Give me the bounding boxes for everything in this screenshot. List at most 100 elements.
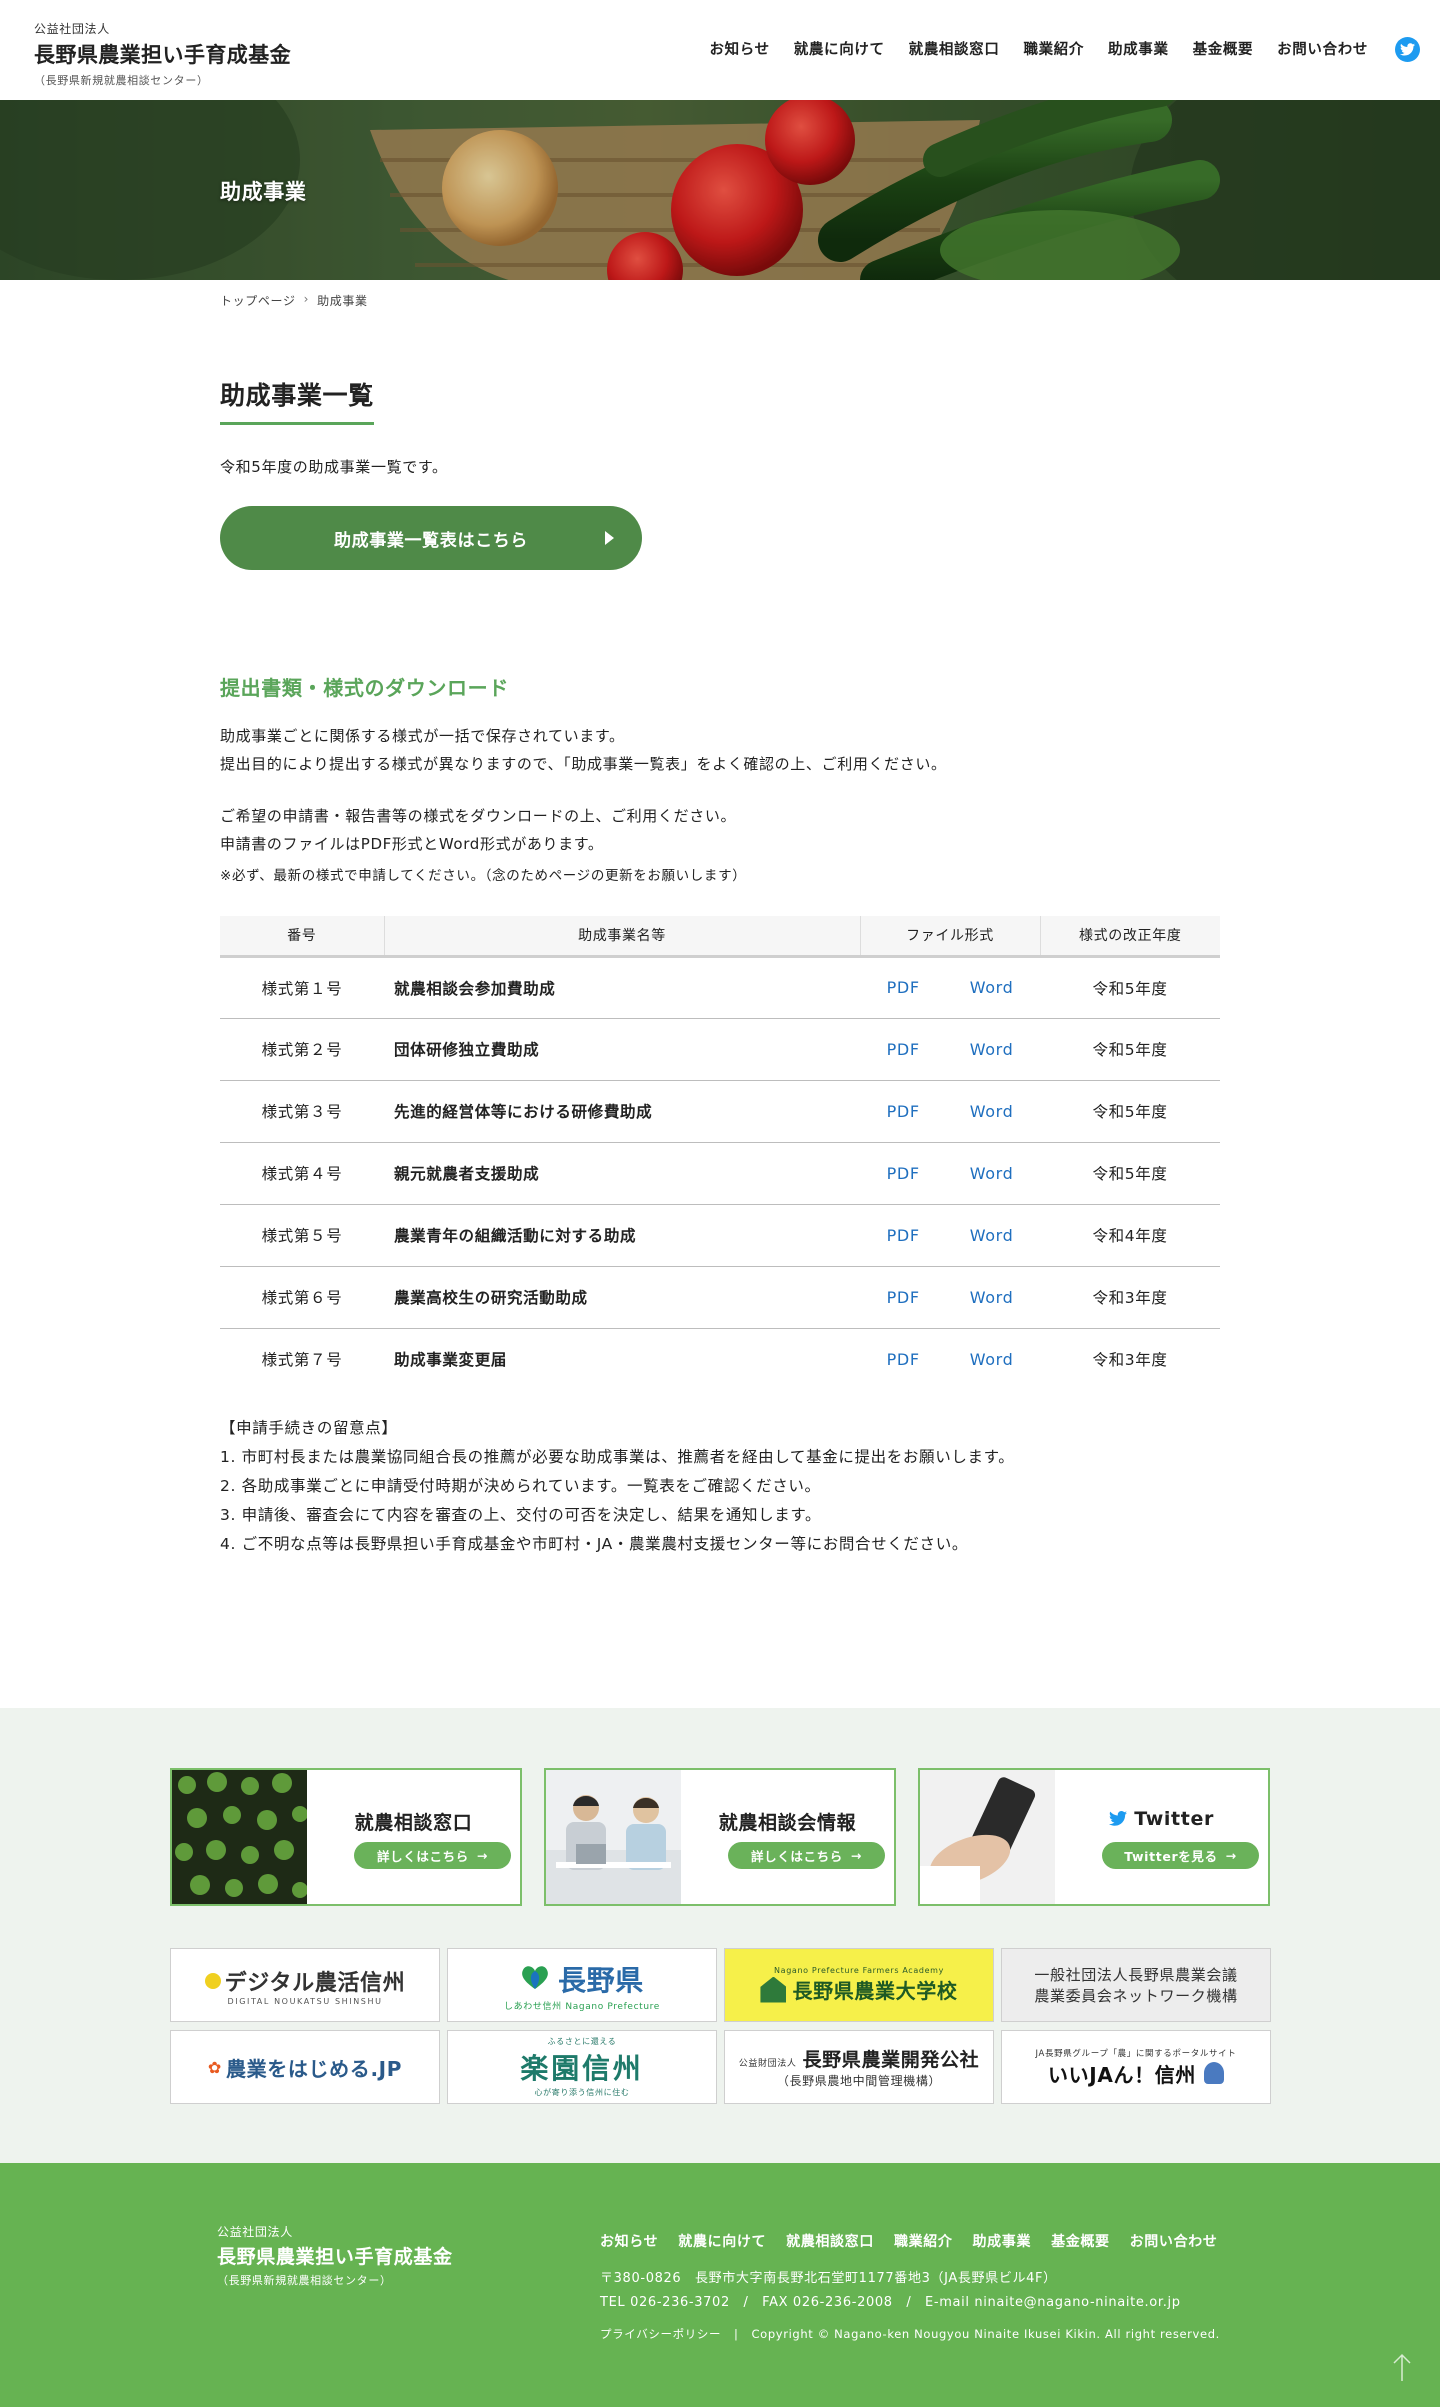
card-title: Twitter: [1134, 1808, 1215, 1830]
word-download-link[interactable]: Word: [970, 1164, 1014, 1183]
consultation-meeting-image: [546, 1770, 681, 1904]
footer-nav-consultation[interactable]: 就農相談窓口: [786, 2231, 874, 2251]
banner-agricultural-development-corp[interactable]: 公益財団法人 長野県農業開発公社 （長野県農地中間管理機構）: [724, 2030, 994, 2104]
footer-nav-about[interactable]: 基金概要: [1051, 2231, 1110, 2251]
form-files: PDF Word: [860, 1080, 1040, 1143]
subsidy-list-button[interactable]: 助成事業一覧表はこちら: [220, 506, 642, 570]
logo-org-sub: （長野県新規就農相談センター）: [34, 74, 209, 87]
pdf-download-link[interactable]: PDF: [887, 1350, 920, 1369]
form-revision-year: 令和5年度: [1040, 1018, 1220, 1081]
back-to-top-icon[interactable]: [1390, 2353, 1414, 2383]
word-download-link[interactable]: Word: [970, 1102, 1014, 1121]
banner-nougyou-hajimeru[interactable]: ✿ 農業をはじめる.JP: [170, 2030, 440, 2104]
table-row: 様式第６号 農業高校生の研究活動助成 PDF Word 令和3年度: [220, 1266, 1220, 1329]
download-instructions: ご希望の申請書・報告書等の様式をダウンロードの上、ご利用ください。 申請書のファ…: [220, 802, 736, 858]
related-links-section: 就農相談窓口 詳しくはこちら → 就農相談会情報 詳しくはこちら → Twitt…: [0, 1708, 1440, 2163]
footer-nav: お知らせ 就農に向けて 就農相談窓口 職業紹介 助成事業 基金概要 お問い合わせ: [600, 2231, 1218, 2251]
footer-nav-subsidy[interactable]: 助成事業: [973, 2231, 1032, 2251]
footer-nav-contact[interactable]: お問い合わせ: [1130, 2231, 1218, 2251]
banner-main-text: デジタル農活信州: [224, 1970, 406, 1996]
word-download-link[interactable]: Word: [970, 978, 1014, 997]
table-row: 様式第３号 先進的経営体等における研修費助成 PDF Word 令和5年度: [220, 1080, 1220, 1143]
card-title: 就農相談窓口: [354, 1812, 473, 1834]
form-number: 様式第１号: [220, 956, 384, 1019]
footer-org-sub: （長野県新規就農相談センター）: [217, 2274, 392, 2287]
vegetable-basket-image: [0, 100, 1440, 280]
breadcrumb-current: 助成事業: [317, 294, 368, 308]
college-house-icon: [760, 1976, 787, 2003]
table-row: 様式第１号 就農相談会参加費助成 PDF Word 令和5年度: [220, 956, 1220, 1019]
pdf-download-link[interactable]: PDF: [887, 1288, 920, 1307]
footer-org-name: 長野県農業担い手育成基金: [217, 2246, 453, 2268]
site-logo[interactable]: 公益社団法人 長野県農業担い手育成基金 （長野県新規就農相談センター）: [34, 20, 291, 88]
word-download-link[interactable]: Word: [970, 1226, 1014, 1245]
table-header-row: 番号 助成事業名等 ファイル形式 様式の改正年度: [220, 916, 1220, 958]
seedling-tray-image: [172, 1770, 307, 1904]
application-notes: 【申請手続きの留意点】 1. 市町村長または農業協同組合長の推薦が必要な助成事業…: [220, 1414, 1014, 1559]
intro-text: 令和5年度の助成事業一覧です。: [220, 458, 448, 476]
banner-nagano-prefecture[interactable]: 長野県 しあわせ信州 Nagano Prefecture: [447, 1948, 717, 2022]
card-button[interactable]: 詳しくはこちら →: [354, 1842, 511, 1869]
banner-main-text: いいJAん！信州: [1047, 2062, 1197, 2087]
nav-job-intro[interactable]: 職業紹介: [1023, 38, 1084, 59]
logo-org-name: 長野県農業担い手育成基金: [34, 43, 292, 67]
pdf-download-link[interactable]: PDF: [887, 978, 920, 997]
card-consultation[interactable]: 就農相談窓口 詳しくはこちら →: [170, 1768, 522, 1906]
nav-subsidy[interactable]: 助成事業: [1108, 38, 1169, 59]
arrow-right-icon: →: [476, 1848, 489, 1863]
nav-about[interactable]: 基金概要: [1193, 38, 1254, 59]
card-button[interactable]: Twitterを見る →: [1102, 1842, 1259, 1869]
download-note: ※必ず、最新の様式で申請してください。（念のためページの更新をお願いします）: [220, 868, 747, 884]
form-number: 様式第４号: [220, 1142, 384, 1205]
form-title: 団体研修独立費助成: [384, 1018, 860, 1081]
copyright-text: Copyright © Nagano-ken Nougyou Ninaite I…: [751, 2327, 1220, 2341]
banner-ii-jan-shinshu[interactable]: JA長野県グループ「農」に関するポータルサイト いいJAん！信州: [1001, 2030, 1271, 2104]
banner-rakuen-shinshu[interactable]: ふるさとに還える 楽園信州 心が寄り添う信州に住む: [447, 2030, 717, 2104]
site-header: 公益社団法人 長野県農業担い手育成基金 （長野県新規就農相談センター） お知らせ…: [0, 0, 1440, 100]
download-heading: 提出書類・様式のダウンロード: [220, 676, 509, 700]
logo-org-type: 公益社団法人: [34, 22, 110, 36]
footer-contact: TEL 026-236-3702 / FAX 026-236-2008 / E-…: [600, 2295, 1181, 2310]
nav-toward-farming[interactable]: 就農に向けて: [794, 38, 885, 59]
column-header-format: ファイル形式: [860, 916, 1041, 958]
subsidy-list-button-label: 助成事業一覧表はこちら: [333, 530, 529, 551]
card-twitter[interactable]: Twitter Twitterを見る →: [918, 1768, 1270, 1906]
nav-news[interactable]: お知らせ: [710, 38, 770, 59]
banner-top-text: ふるさとに還える: [547, 2037, 617, 2046]
card-button[interactable]: 詳しくはこちら →: [728, 1842, 885, 1869]
footer-nav-job-intro[interactable]: 職業紹介: [894, 2231, 953, 2251]
form-revision-year: 令和5年度: [1040, 1142, 1220, 1205]
word-download-link[interactable]: Word: [970, 1350, 1014, 1369]
form-files: PDF Word: [860, 1266, 1040, 1329]
banner-agricultural-college[interactable]: Nagano Prefecture Farmers Academy 長野県農業大…: [724, 1948, 994, 2022]
form-number: 様式第７号: [261, 1351, 343, 1370]
pdf-download-link[interactable]: PDF: [887, 1102, 920, 1121]
banner-line: 農業委員会ネットワーク機構: [1034, 1987, 1238, 2005]
banner-agricultural-council[interactable]: 一般社団法人長野県農業会議 農業委員会ネットワーク機構: [1001, 1948, 1271, 2022]
hero-banner: 助成事業: [0, 100, 1440, 280]
section-heading: 助成事業一覧: [220, 376, 374, 425]
twitter-icon[interactable]: [1395, 37, 1420, 62]
word-download-link[interactable]: Word: [970, 1040, 1014, 1059]
table-row: 様式第７号 助成事業変更届 PDF Word 令和3年度: [220, 1328, 1220, 1390]
form-number: 様式第３号: [220, 1080, 384, 1143]
banner-top-text: JA長野県グループ「農」に関するポータルサイト: [1035, 2048, 1237, 2059]
pdf-download-link[interactable]: PDF: [887, 1164, 920, 1183]
word-download-link[interactable]: Word: [970, 1288, 1014, 1307]
footer-nav-toward-farming[interactable]: 就農に向けて: [678, 2231, 766, 2251]
note-item: 2. 各助成事業ごとに申請受付時期が決められています。一覧表をご確認ください。: [220, 1477, 821, 1495]
nav-contact[interactable]: お問い合わせ: [1277, 38, 1368, 59]
breadcrumb-home[interactable]: トップページ: [220, 292, 296, 309]
nav-consultation[interactable]: 就農相談窓口: [909, 38, 1000, 59]
privacy-policy-link[interactable]: プライバシーポリシー: [600, 2327, 721, 2341]
card-consultation-events[interactable]: 就農相談会情報 詳しくはこちら →: [544, 1768, 896, 1906]
banner-digital-noukatsu[interactable]: デジタル農活信州 DIGITAL NOUKATSU SHINSHU: [170, 1948, 440, 2022]
footer-divider: |: [725, 2327, 748, 2341]
pdf-download-link[interactable]: PDF: [887, 1226, 920, 1245]
footer-logo[interactable]: 公益社団法人 長野県農業担い手育成基金 （長野県新規就農相談センター）: [217, 2223, 453, 2288]
form-title: 農業高校生の研究活動助成: [384, 1266, 860, 1329]
table-row: 様式第２号 団体研修独立費助成 PDF Word 令和5年度: [220, 1018, 1220, 1081]
pdf-download-link[interactable]: PDF: [887, 1040, 920, 1059]
arrow-right-icon: →: [1225, 1848, 1237, 1863]
footer-nav-news[interactable]: お知らせ: [600, 2231, 658, 2251]
